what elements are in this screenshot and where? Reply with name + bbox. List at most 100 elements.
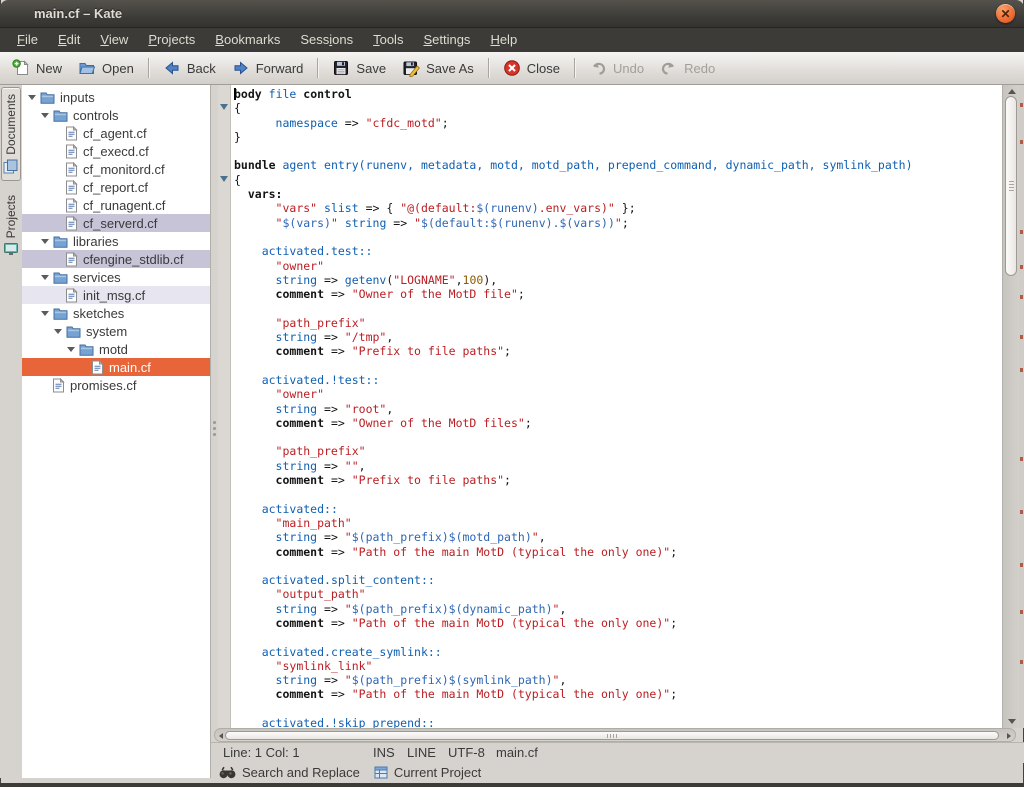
tree-item-cf_serverd-cf[interactable]: cf_serverd.cf bbox=[22, 214, 210, 232]
menu-bookmarks[interactable]: Bookmarks bbox=[205, 28, 290, 52]
tree-item-system[interactable]: system bbox=[22, 322, 210, 340]
tree-item-services[interactable]: services bbox=[22, 268, 210, 286]
code-line: "owner" bbox=[234, 259, 1002, 273]
back-button[interactable]: Back bbox=[155, 55, 224, 81]
menu-bar: FileEditViewProjectsBookmarksSessionsToo… bbox=[0, 28, 1024, 52]
new-button[interactable]: New bbox=[4, 55, 70, 81]
menu-edit[interactable]: Edit bbox=[48, 28, 90, 52]
close-button[interactable]: Close bbox=[495, 55, 568, 81]
encoding-label: UTF-8 bbox=[448, 745, 485, 760]
vertical-scrollbar-thumb[interactable] bbox=[1005, 96, 1017, 276]
toolbar-separator bbox=[148, 58, 149, 78]
cursor-position-label: Line: 1 Col: 1 bbox=[223, 745, 300, 760]
back-label: Back bbox=[187, 61, 216, 76]
file-icon bbox=[65, 252, 78, 267]
menu-settings[interactable]: Settings bbox=[413, 28, 480, 52]
horizontal-scrollbar-thumb[interactable] bbox=[225, 731, 999, 740]
expand-arrow-icon[interactable] bbox=[41, 113, 49, 118]
search-and-replace-button[interactable]: Search and Replace bbox=[219, 765, 360, 780]
save-as-button[interactable]: Save As bbox=[394, 55, 482, 81]
scroll-left-arrow-icon[interactable] bbox=[219, 733, 223, 739]
code-line bbox=[234, 301, 1002, 315]
toolbar-separator bbox=[317, 58, 318, 78]
file-icon bbox=[65, 180, 78, 195]
tree-item-label: cf_serverd.cf bbox=[83, 216, 157, 231]
scroll-up-arrow-icon[interactable] bbox=[1008, 89, 1016, 94]
title-bar[interactable]: main.cf – Kate ✕ bbox=[0, 0, 1024, 28]
tree-item-controls[interactable]: controls bbox=[22, 106, 210, 124]
code-line: comment => "Path of the main MotD (typic… bbox=[234, 687, 1002, 701]
tree-item-sketches[interactable]: sketches bbox=[22, 304, 210, 322]
file-icon bbox=[52, 378, 65, 393]
menu-sessions[interactable]: Sessions bbox=[290, 28, 363, 52]
tree-item-cfengine_stdlib-cf[interactable]: cfengine_stdlib.cf bbox=[22, 250, 210, 268]
status-bar: Line: 1 Col: 1 INS LINE UTF-8 main.cf bbox=[211, 742, 1024, 763]
expand-arrow-icon[interactable] bbox=[28, 95, 36, 100]
back-arrow-icon bbox=[163, 59, 181, 77]
toolbar-separator bbox=[488, 58, 489, 78]
menu-file[interactable]: File bbox=[7, 28, 48, 52]
folder-icon bbox=[53, 271, 68, 284]
code-line bbox=[234, 144, 1002, 158]
sidebar-tab-strip: Documents Projects bbox=[0, 85, 22, 778]
file-icon bbox=[65, 216, 78, 231]
undo-label: Undo bbox=[613, 61, 644, 76]
forward-button[interactable]: Forward bbox=[224, 55, 312, 81]
sidebar-tab-projects[interactable]: Projects bbox=[1, 188, 21, 263]
tree-item-cf_report-cf[interactable]: cf_report.cf bbox=[22, 178, 210, 196]
redo-icon bbox=[660, 59, 678, 77]
tree-item-libraries[interactable]: libraries bbox=[22, 232, 210, 250]
menu-view[interactable]: View bbox=[90, 28, 138, 52]
search-and-replace-label: Search and Replace bbox=[242, 765, 360, 780]
open-button[interactable]: Open bbox=[70, 55, 142, 81]
expand-arrow-icon[interactable] bbox=[41, 311, 49, 316]
vertical-scrollbar[interactable] bbox=[1002, 85, 1019, 728]
tree-item-label: inputs bbox=[60, 90, 95, 105]
code-line: activated:: bbox=[234, 502, 1002, 516]
scroll-right-arrow-icon[interactable] bbox=[1007, 733, 1011, 739]
expand-arrow-icon[interactable] bbox=[67, 347, 75, 352]
tree-item-promises-cf[interactable]: promises.cf bbox=[22, 376, 210, 394]
fold-marker-icon[interactable] bbox=[220, 104, 228, 110]
tree-item-cf_agent-cf[interactable]: cf_agent.cf bbox=[22, 124, 210, 142]
fold-marker-icon[interactable] bbox=[220, 176, 228, 182]
tree-item-cf_runagent-cf[interactable]: cf_runagent.cf bbox=[22, 196, 210, 214]
tree-item-label: cf_agent.cf bbox=[83, 126, 147, 141]
code-line: activated.create_symlink:: bbox=[234, 645, 1002, 659]
close-window-button[interactable]: ✕ bbox=[996, 4, 1015, 23]
open-folder-icon bbox=[78, 59, 96, 77]
tree-item-cf_execd-cf[interactable]: cf_execd.cf bbox=[22, 142, 210, 160]
tree-item-label: promises.cf bbox=[70, 378, 136, 393]
sidebar-tab-label: Projects bbox=[4, 195, 18, 238]
code-text: body file control{ namespace => "cfdc_mo… bbox=[234, 87, 1002, 728]
tree-item-inputs[interactable]: inputs bbox=[22, 88, 210, 106]
new-document-icon bbox=[12, 59, 30, 77]
code-editor[interactable]: body file control{ namespace => "cfdc_mo… bbox=[218, 85, 1002, 728]
sidebar-tab-documents[interactable]: Documents bbox=[1, 87, 21, 181]
scroll-down-arrow-icon[interactable] bbox=[1008, 719, 1016, 724]
save-button[interactable]: Save bbox=[324, 55, 394, 81]
expand-arrow-icon[interactable] bbox=[41, 275, 49, 280]
tree-item-cf_monitord-cf[interactable]: cf_monitord.cf bbox=[22, 160, 210, 178]
tree-item-motd[interactable]: motd bbox=[22, 340, 210, 358]
code-folding-margin[interactable] bbox=[218, 85, 231, 728]
menu-tools[interactable]: Tools bbox=[363, 28, 413, 52]
save-as-label: Save As bbox=[426, 61, 474, 76]
tree-item-main-cf[interactable]: main.cf bbox=[22, 358, 210, 376]
horizontal-scrollbar[interactable] bbox=[214, 728, 1016, 742]
code-line: string => getenv("LOGNAME",100), bbox=[234, 273, 1002, 287]
code-line: string => "$(path_prefix)$(dynamic_path)… bbox=[234, 602, 1002, 616]
project-tree-panel[interactable]: inputscontrols cf_agent.cfcf_execd.cfcf_m… bbox=[22, 85, 211, 778]
expand-arrow-icon[interactable] bbox=[54, 329, 62, 334]
current-project-button[interactable]: Current Project bbox=[374, 765, 481, 780]
scrollbar-mark bbox=[1020, 230, 1023, 234]
tree-item-init_msg-cf[interactable]: init_msg.cf bbox=[22, 286, 210, 304]
toolbar-separator bbox=[574, 58, 575, 78]
save-icon bbox=[332, 59, 350, 77]
code-line: comment => "Prefix to file paths"; bbox=[234, 473, 1002, 487]
expand-arrow-icon[interactable] bbox=[41, 239, 49, 244]
menu-help[interactable]: Help bbox=[480, 28, 527, 52]
menu-projects[interactable]: Projects bbox=[138, 28, 205, 52]
code-line: comment => "Path of the main MotD (typic… bbox=[234, 545, 1002, 559]
folder-icon bbox=[40, 91, 55, 104]
